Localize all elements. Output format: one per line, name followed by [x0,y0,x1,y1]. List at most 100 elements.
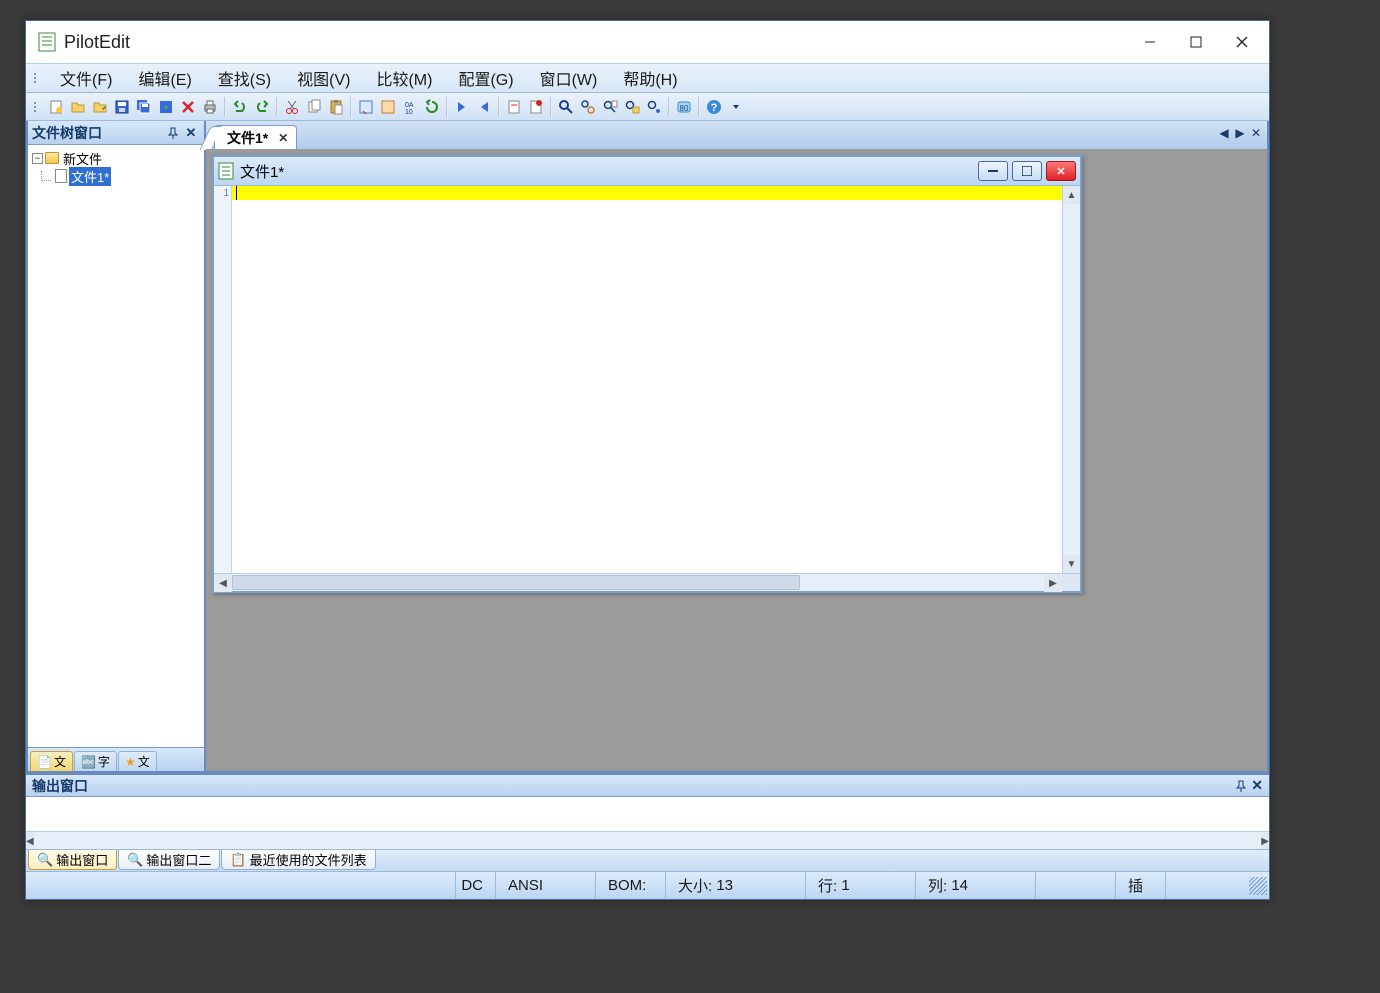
arrow-left-icon[interactable] [474,97,494,117]
find-in-files-icon[interactable] [600,97,620,117]
dropdown-icon[interactable] [726,97,746,117]
output-tab-2[interactable]: 🔍输出窗口二 [118,850,220,870]
tool-a-icon[interactable] [356,97,376,117]
out-scroll-left-icon[interactable]: ◀ [26,832,34,850]
vertical-scrollbar[interactable]: ▲ ▼ [1062,186,1080,573]
redo-icon[interactable] [252,97,272,117]
tool-refresh-icon[interactable] [422,97,442,117]
list-icon: 📋 [230,852,246,868]
scroll-left-icon[interactable]: ◀ [214,574,232,592]
paste-icon[interactable] [326,97,346,117]
arrow-right-icon[interactable] [452,97,472,117]
menu-config[interactable]: 配置(G) [446,64,525,92]
tree-child-row[interactable]: 文件1* [32,167,200,185]
tool-sort-icon[interactable]: 0A10 [400,97,420,117]
new-file-icon[interactable] [46,97,66,117]
scroll-down-icon[interactable]: ▼ [1063,555,1080,573]
menu-window[interactable]: 窗口(W) [528,64,610,92]
find-replace-icon[interactable] [578,97,598,117]
scroll-corner [1062,574,1080,591]
tree-root-row[interactable]: − 新文件 [32,149,200,167]
menu-file[interactable]: 文件(F) [48,64,124,92]
line-number: 1 [214,188,229,199]
document-tab-label: 文件1* [227,128,268,148]
folder-icon [45,152,59,164]
maximize-button[interactable] [1173,26,1219,58]
output-hscrollbar[interactable]: ◀ ▶ [26,831,1269,849]
output-panel: 输出窗口 ✕ ◀ ▶ 🔍输出窗口 🔍输出窗口二 📋最近使用的文件列表 [26,773,1269,871]
sidebar-tab-1[interactable]: 📄文 [30,751,73,771]
out-hscroll-track[interactable] [34,832,1262,849]
app-window: PilotEdit 文件(F) 编辑(E) 查找(S) 视图(V) 比较(M) … [25,20,1270,900]
tab-next-icon[interactable]: ▶ [1233,125,1247,141]
sidebar-tab-2[interactable]: 🔤字 [74,751,117,771]
find-advanced-icon[interactable] [644,97,664,117]
collapse-icon[interactable]: − [32,153,43,164]
menu-compare[interactable]: 比较(M) [364,64,444,92]
print-icon[interactable] [200,97,220,117]
menu-find[interactable]: 查找(S) [206,64,283,92]
pin-icon[interactable] [164,124,182,142]
menu-help[interactable]: 帮助(H) [611,64,689,92]
output-body[interactable] [26,797,1269,831]
output-pin-icon[interactable] [1235,780,1247,792]
binoculars-icon: 🔍 [37,852,53,868]
status-bom: BOM: [596,872,666,899]
save-all-icon[interactable] [134,97,154,117]
tool-doc-icon[interactable] [504,97,524,117]
output-tab-3[interactable]: 📋最近使用的文件列表 [221,850,375,870]
file-tree[interactable]: − 新文件 文件1* [28,145,204,747]
help-icon[interactable]: ? [704,97,724,117]
find-icon[interactable] [556,97,576,117]
editor-body[interactable] [232,186,1062,573]
editor-maximize-button[interactable] [1012,161,1042,181]
close-button[interactable] [1219,26,1265,58]
resize-grip-icon[interactable] [1249,877,1267,895]
binoculars-icon: 🔍 [127,852,143,868]
open-folder-icon[interactable] [90,97,110,117]
output-close-icon[interactable]: ✕ [1251,777,1263,794]
output-title: 输出窗口 [32,776,1235,796]
editor-title: 文件1* [240,161,972,182]
editor-minimize-button[interactable] [978,161,1008,181]
tool-b-icon[interactable] [378,97,398,117]
scroll-right-icon[interactable]: ▶ [1044,574,1062,592]
toolbar-grip-icon[interactable] [34,97,42,117]
tab-prev-icon[interactable]: ◀ [1217,125,1231,141]
copy-icon[interactable] [304,97,324,117]
tab-close-icon[interactable]: ✕ [276,131,290,145]
close-panel-icon[interactable]: ✕ [182,124,200,142]
save-plus-icon[interactable]: + [156,97,176,117]
minimize-button[interactable] [1127,26,1173,58]
mdi-area: 文件1* ✕ 1 ▲ [206,149,1267,771]
tab-close-all-icon[interactable]: ✕ [1249,125,1263,141]
scroll-track[interactable] [1063,204,1080,555]
document-tab[interactable]: 文件1* ✕ [214,125,297,149]
find-in-files-2-icon[interactable] [622,97,642,117]
status-size: 大小: 13 [666,872,806,899]
scroll-up-icon[interactable]: ▲ [1063,186,1080,204]
hscroll-thumb[interactable] [232,575,800,590]
line-number-gutter: 1 [214,186,232,573]
status-dc: DC [456,872,496,899]
out-scroll-right-icon[interactable]: ▶ [1261,832,1269,850]
menu-edit[interactable]: 编辑(E) [126,64,203,92]
file-icon [55,169,67,183]
close-file-icon[interactable] [178,97,198,117]
output-tab-1[interactable]: 🔍输出窗口 [28,850,117,870]
text-editor[interactable]: 1 ▲ ▼ [214,185,1080,573]
undo-icon[interactable] [230,97,250,117]
app-icon [38,32,56,52]
editor-close-button[interactable]: ✕ [1046,161,1076,181]
editor-titlebar[interactable]: 文件1* ✕ [214,157,1080,185]
horizontal-scrollbar[interactable]: ◀ ▶ [214,573,1080,591]
cut-icon[interactable] [282,97,302,117]
save-icon[interactable] [112,97,132,117]
sidebar-tab-3[interactable]: ★文 [118,751,157,771]
tool-doc2-icon[interactable] [526,97,546,117]
menu-view[interactable]: 视图(V) [285,64,362,92]
column-mode-icon[interactable]: 80 [674,97,694,117]
hscroll-track[interactable] [232,574,1044,591]
open-file-icon[interactable] [68,97,88,117]
menubar-grip-icon[interactable] [34,68,42,88]
